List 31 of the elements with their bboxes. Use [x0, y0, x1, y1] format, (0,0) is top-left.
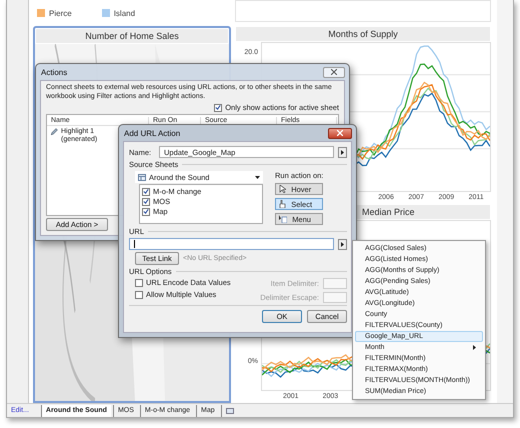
close-icon — [331, 69, 337, 75]
caret-right-icon — [472, 345, 477, 350]
close-icon — [337, 130, 343, 136]
url-field[interactable] — [129, 238, 334, 250]
dashboard-icon — [138, 174, 146, 180]
menu-cursor-icon — [279, 215, 288, 223]
check-icon — [215, 104, 222, 111]
close-button[interactable] — [328, 128, 352, 138]
checkbox[interactable] — [135, 278, 143, 286]
legend-label: Island — [114, 8, 136, 18]
window-title: Add URL Action — [124, 128, 180, 138]
checkbox[interactable] — [142, 208, 150, 216]
checkbox[interactable] — [135, 290, 143, 298]
cursor-icon — [279, 185, 286, 193]
close-button[interactable] — [323, 66, 345, 78]
checkbox[interactable] — [142, 188, 150, 196]
caret-right-icon — [340, 150, 345, 154]
panel-title: Number of Home Sales — [36, 29, 228, 43]
delimiter-field[interactable] — [323, 278, 347, 289]
caret-down-icon — [255, 174, 260, 180]
window-title: Actions — [41, 68, 68, 76]
delimiter-field[interactable] — [323, 292, 347, 303]
hand-pointer-icon — [279, 200, 286, 208]
panel-title: Months of Supply — [236, 27, 490, 41]
pencil-icon — [51, 128, 58, 135]
insert-button[interactable] — [338, 238, 347, 250]
legend-label: Pierce — [49, 8, 72, 18]
insert-button[interactable] — [338, 146, 347, 158]
sheet-icon — [226, 408, 234, 414]
checkbox[interactable] — [142, 198, 150, 206]
checkbox[interactable] — [214, 104, 222, 112]
